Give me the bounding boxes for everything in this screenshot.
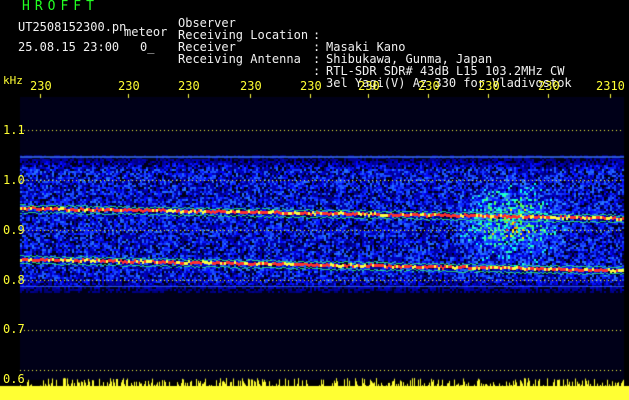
meteor-counter: 0_	[140, 40, 155, 54]
y-tick-label: 0.6	[3, 372, 25, 386]
y-axis-unit: kHz	[3, 74, 23, 87]
y-tick-label: 0.7	[3, 322, 25, 336]
file-name: UT2508152300.pn	[18, 20, 127, 34]
y-tick-label: 0.8	[3, 273, 25, 287]
x-tick-label: 230	[240, 79, 262, 93]
app-title: HROFFT	[22, 0, 99, 14]
x-tick-label: 230	[358, 79, 380, 93]
separator: :	[313, 64, 321, 78]
datetime: 25.08.15 23:00	[18, 40, 120, 54]
y-tick-label: 1.0	[3, 173, 25, 187]
y-tick-label: 1.1	[3, 123, 25, 137]
x-tick-label: 230	[418, 79, 440, 93]
antenna-label: Receiving Antenna	[178, 52, 301, 66]
x-tick-label: 2310	[596, 79, 625, 93]
x-tick-label: 230	[118, 79, 140, 93]
x-tick-label: 230	[30, 79, 52, 93]
x-tick-label: 230	[478, 79, 500, 93]
x-tick-label: 230	[300, 79, 322, 93]
y-tick-label: 0.9	[3, 223, 25, 237]
x-tick-label: 230	[178, 79, 200, 93]
x-tick-label: 230	[538, 79, 560, 93]
meteor-label: meteor	[124, 25, 168, 39]
